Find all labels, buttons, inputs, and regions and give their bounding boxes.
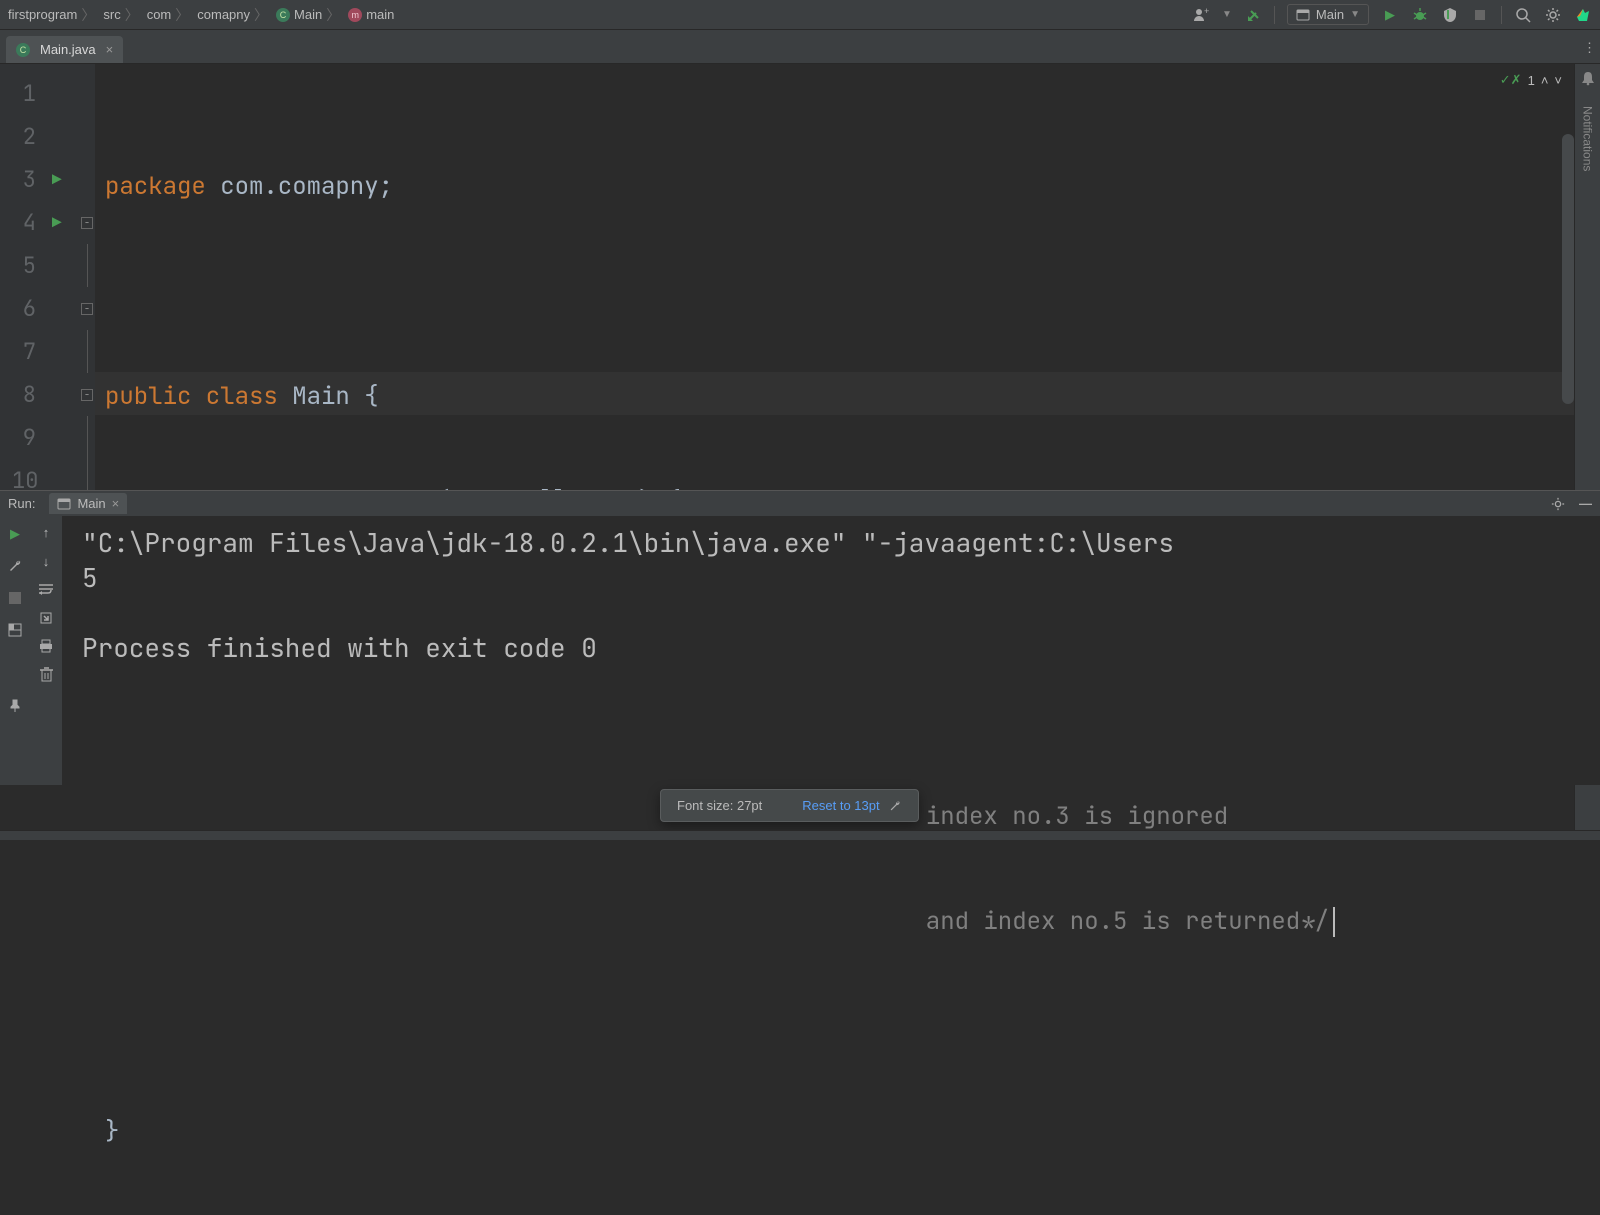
stop-icon[interactable] [6,589,24,607]
scroll-to-end-icon[interactable] [39,611,53,625]
top-toolbar: firstprogram〉 src〉 com〉 comapny〉 CMain〉 … [0,0,1600,30]
editor[interactable]: 1 2 3▶ 4▶− 5 6− 7 8− 9 10 package com.co… [0,64,1600,490]
editor-tabbar: C Main.java × [0,30,1600,64]
gutter[interactable]: 1 2 3▶ 4▶− 5 6− 7 8− 9 10 [0,64,95,490]
coverage-icon[interactable] [1441,6,1459,24]
close-icon[interactable]: × [112,496,120,511]
debug-icon[interactable] [1411,6,1429,24]
run-panel-header: Run: Main × — [0,490,1600,516]
method-icon: m [348,8,362,22]
caret [1333,907,1335,937]
run-panel: ▶ ↑ ↓ "C:\Program Files\Java\jdk-18.0.2.… [0,490,1600,785]
line-number: 8 [12,380,36,409]
fold-icon[interactable]: − [81,389,93,401]
line-number: 5 [12,251,36,280]
tab-label: Main.java [40,42,96,57]
run-tab-main[interactable]: Main × [49,493,127,514]
line-number: 1 [12,79,36,108]
console-line: Process finished with exit code 0 [82,630,597,665]
run-gutter-icon[interactable]: ▶ [52,169,62,190]
commit-icon[interactable] [1244,6,1262,24]
more-icon[interactable]: ⋮ [1583,40,1596,56]
line-number: 9 [12,423,36,452]
rerun-icon[interactable]: ▶ [6,525,24,543]
settings-icon[interactable] [1551,497,1565,511]
soft-wrap-icon[interactable] [38,583,54,597]
scrollbar[interactable] [1562,134,1574,404]
font-size-popup: Font size: 27pt Reset to 13pt [660,789,919,822]
chevron-down-icon: ▼ [1350,9,1360,20]
run-primary-tools: ▶ [0,491,30,785]
fold-icon[interactable]: − [81,303,93,315]
settings-icon[interactable] [1544,6,1562,24]
line-number: 2 [12,122,36,151]
notifications-label[interactable]: Notifications [1581,106,1595,171]
pin-icon[interactable] [6,697,24,715]
tab-main-java[interactable]: C Main.java × [6,36,123,63]
notifications-icon[interactable] [1580,70,1596,86]
wrench-icon[interactable] [6,557,24,575]
close-icon[interactable]: × [106,42,114,57]
line-number: 6 [12,294,36,323]
reset-font-button[interactable]: Reset to 13pt [802,798,901,813]
toolbar-right: + ▼ Main ▼ ▶ [1192,4,1600,25]
add-user-icon[interactable]: + [1192,6,1210,24]
run-config-label: Main [1316,7,1344,22]
run-icon[interactable]: ▶ [1381,6,1399,24]
chevron-up-icon[interactable]: ˄ [1541,73,1549,88]
fold-icon[interactable]: − [81,217,93,229]
console-line: "C:\Program Files\Java\jdk-18.0.2.1\bin\… [82,525,1174,560]
crumb-package[interactable]: comapny〉 [195,5,274,25]
inspection-badge[interactable]: ✓✗ 1 ˄ ˅ [1500,72,1562,88]
console-line: 5 [82,560,98,595]
stop-icon[interactable] [1471,6,1489,24]
wrench-icon [888,799,902,813]
status-bar [0,830,1600,840]
console-output[interactable]: "C:\Program Files\Java\jdk-18.0.2.1\bin\… [62,491,1600,785]
crumb-com[interactable]: com〉 [145,5,196,25]
font-size-label: Font size: 27pt [677,798,762,813]
class-icon: C [276,8,290,22]
class-icon: C [16,43,30,57]
run-title: Run: [8,496,35,511]
inspection-count: 1 [1528,73,1535,88]
run-tab-label: Main [77,496,105,511]
run-config-selector[interactable]: Main ▼ [1287,4,1369,25]
trash-icon[interactable] [40,667,53,682]
code-area[interactable]: package com.comapny; public class Main {… [95,64,1600,490]
crumb-class[interactable]: CMain〉 [274,5,346,25]
crumb-method[interactable]: mmain [346,7,396,22]
run-secondary-tools: ↑ ↓ [30,491,62,785]
crumb-src[interactable]: src〉 [101,5,144,25]
application-icon [1296,8,1310,22]
jetbrains-icon[interactable] [1574,6,1592,24]
line-number: 7 [12,337,36,366]
line-number: 4 [12,208,36,237]
up-icon[interactable]: ↑ [43,525,50,540]
breadcrumb[interactable]: firstprogram〉 src〉 com〉 comapny〉 CMain〉 … [0,5,396,25]
search-icon[interactable] [1514,6,1532,24]
line-number: 3 [12,165,36,194]
chevron-down-icon[interactable]: ˅ [1554,73,1562,88]
check-highlight-icon: ✓✗ [1500,72,1522,88]
application-icon [57,497,71,511]
crumb-project[interactable]: firstprogram〉 [6,5,101,25]
hide-icon[interactable]: — [1579,496,1592,511]
layout-icon[interactable] [6,621,24,639]
svg-text:+: + [1204,6,1209,16]
print-icon[interactable] [39,639,53,653]
run-gutter-icon[interactable]: ▶ [52,212,62,233]
down-icon[interactable]: ↓ [43,554,50,569]
